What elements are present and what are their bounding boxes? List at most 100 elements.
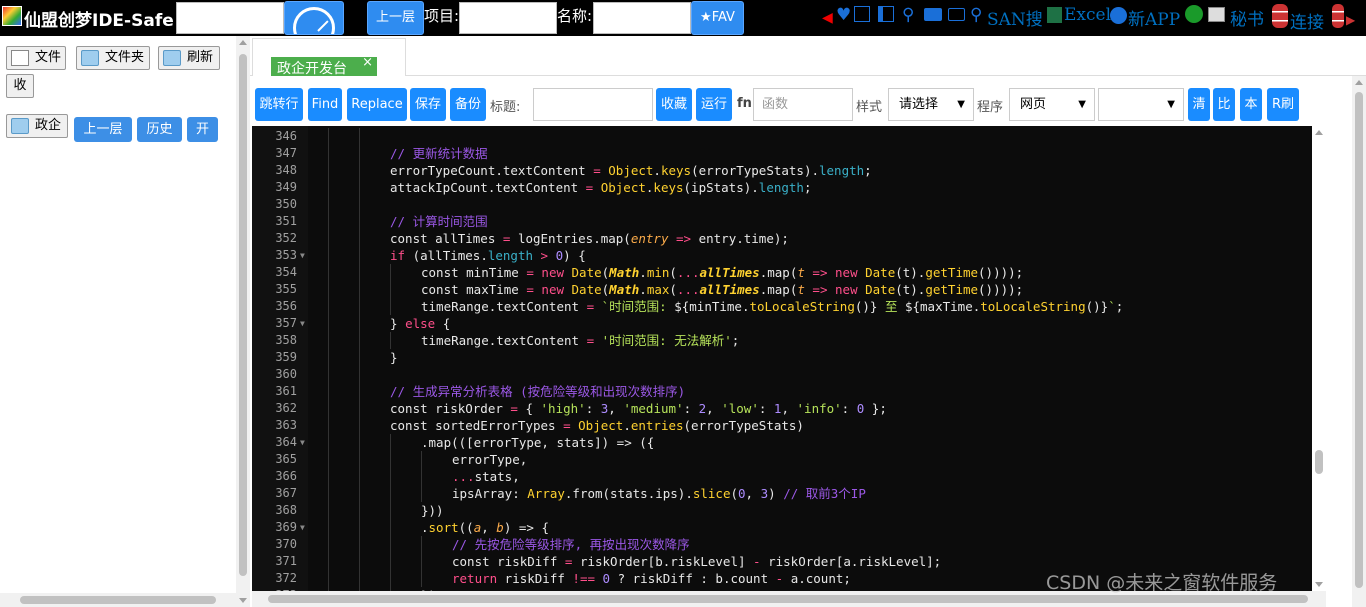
indent-guide (359, 536, 360, 553)
indent-guide (421, 451, 422, 468)
scroll-thumb[interactable] (20, 596, 216, 604)
excel-icon[interactable] (1047, 7, 1062, 23)
layout-icon[interactable] (878, 6, 894, 22)
connect-link[interactable]: 连接 (1290, 8, 1324, 33)
indent-guide (359, 298, 360, 315)
left-up-level-button[interactable]: 上一层 (74, 117, 132, 142)
goto-line-button[interactable]: 跳转行 (255, 88, 303, 121)
search-icon[interactable]: ⚲ (970, 5, 982, 25)
fold-icon[interactable]: ▼ (300, 519, 308, 536)
globe-icon[interactable] (1110, 7, 1127, 24)
collect-button[interactable]: 收藏 (656, 88, 692, 121)
indent-guide (359, 434, 360, 451)
code-line: 347 // 更新统计数据 (252, 145, 1312, 162)
secretary-link[interactable]: 秘书 (1230, 5, 1264, 30)
save-button[interactable]: 保存 (410, 88, 446, 121)
function-input[interactable]: 函数 (753, 88, 853, 121)
chevron-down-icon: ▼ (1167, 99, 1175, 110)
r-refresh-button[interactable]: R刷 (1267, 88, 1299, 121)
line-number: 362 (275, 401, 297, 415)
page-vscrollbar[interactable] (1352, 76, 1366, 607)
code-line: 348 errorTypeCount.textContent = Object.k… (252, 162, 1312, 179)
indent-guide (390, 502, 391, 519)
scroll-thumb[interactable] (239, 54, 247, 576)
indent-guide (390, 553, 391, 570)
file-button[interactable]: 文件 (6, 46, 66, 70)
scroll-thumb[interactable] (268, 595, 1308, 603)
line-number: 363 (275, 418, 297, 432)
line-number: 368 (275, 503, 297, 517)
indent-guide (328, 196, 329, 213)
san-search-link[interactable]: SAN搜 (987, 5, 1043, 30)
indent-guide (328, 383, 329, 400)
code-line: 360 (252, 366, 1312, 383)
github-icon[interactable] (1185, 5, 1203, 23)
caret-right-icon[interactable]: ▶ (1346, 10, 1355, 30)
window-icon[interactable] (854, 6, 870, 22)
close-icon[interactable]: × (362, 57, 373, 75)
program-select[interactable]: 网页 ▼ (1009, 88, 1095, 121)
line-number: 357 (275, 316, 297, 330)
gauge-button[interactable]: 99 (284, 1, 344, 35)
scroll-up-icon[interactable] (1355, 80, 1363, 85)
indent-guide (421, 536, 422, 553)
line-number: 359 (275, 350, 297, 364)
indent-guide (390, 332, 391, 349)
printer-icon[interactable] (1208, 7, 1225, 22)
indent-guide (328, 400, 329, 417)
extra-select[interactable]: ▼ (1098, 88, 1184, 121)
code-line: 368})) (252, 502, 1312, 519)
code-text: const minTime = new Date(Math.min(...all… (421, 265, 1024, 280)
open-button[interactable]: 开 (187, 117, 218, 142)
heart-icon[interactable]: ♥ (836, 5, 851, 25)
indent-guide (328, 536, 329, 553)
collapse-button[interactable]: 收 (6, 74, 34, 98)
line-number: 364 (275, 435, 297, 449)
local-button[interactable]: 本 (1240, 88, 1262, 121)
indent-guide (359, 383, 360, 400)
refresh-button[interactable]: 刷新 (158, 46, 220, 70)
user-icon[interactable]: ⚲ (902, 5, 914, 25)
briefcase-icon[interactable] (948, 8, 965, 21)
backup-button[interactable]: 备份 (450, 88, 486, 121)
history-button[interactable]: 历史 (137, 117, 182, 142)
app-title: 仙盟创梦IDE-Safe (24, 11, 174, 31)
run-button[interactable]: 运行 (696, 88, 732, 121)
scroll-down-icon[interactable] (1315, 582, 1323, 587)
fold-icon[interactable]: ▼ (300, 315, 308, 332)
indent-guide (390, 451, 391, 468)
top-search-input[interactable] (176, 2, 284, 34)
editor-vscrollbar[interactable] (1312, 126, 1326, 591)
fold-icon[interactable]: ▼ (300, 247, 308, 264)
fold-icon[interactable]: ▼ (300, 434, 308, 451)
style-select[interactable]: 请选择 ▼ (888, 88, 974, 121)
scroll-down-icon[interactable] (239, 598, 247, 603)
up-level-button[interactable]: 上一层 (367, 1, 424, 35)
clear-button[interactable]: 清 (1188, 88, 1210, 121)
file-button-label: 文件 (35, 50, 62, 65)
fav-button[interactable]: ★FAV (691, 1, 744, 35)
folder-button[interactable]: 文件夹 (76, 46, 150, 70)
code-line: 361 // 生成异常分析表格 (按危险等级和出现次数排序) (252, 383, 1312, 400)
scroll-thumb[interactable] (1315, 450, 1323, 474)
scroll-up-icon[interactable] (1315, 130, 1323, 135)
title-input[interactable] (533, 88, 653, 121)
scroll-up-icon[interactable] (239, 40, 247, 45)
folder-icon[interactable] (924, 8, 942, 21)
find-button[interactable]: Find (308, 88, 342, 121)
database-icon[interactable] (1272, 4, 1288, 28)
code-editor[interactable]: 346 347 // 更新统计数据 348 errorTypeCount.textCon… (252, 126, 1312, 591)
name-input[interactable] (593, 2, 691, 34)
new-app-link[interactable]: 新APP (1128, 5, 1180, 30)
excel-link[interactable]: Excel (1064, 5, 1111, 25)
file-panel-vscrollbar[interactable] (236, 36, 250, 607)
indent-guide (359, 485, 360, 502)
arrow-left-icon[interactable]: ◀ (822, 8, 833, 28)
scroll-thumb[interactable] (1355, 92, 1363, 588)
database-icon-2[interactable] (1332, 4, 1344, 28)
project-input[interactable] (459, 2, 557, 34)
replace-button[interactable]: Replace (347, 88, 407, 121)
compare-button[interactable]: 比 (1213, 88, 1235, 121)
file-panel-hscrollbar[interactable] (0, 593, 236, 607)
zhengqi-folder-button[interactable]: 政企 (6, 114, 68, 138)
